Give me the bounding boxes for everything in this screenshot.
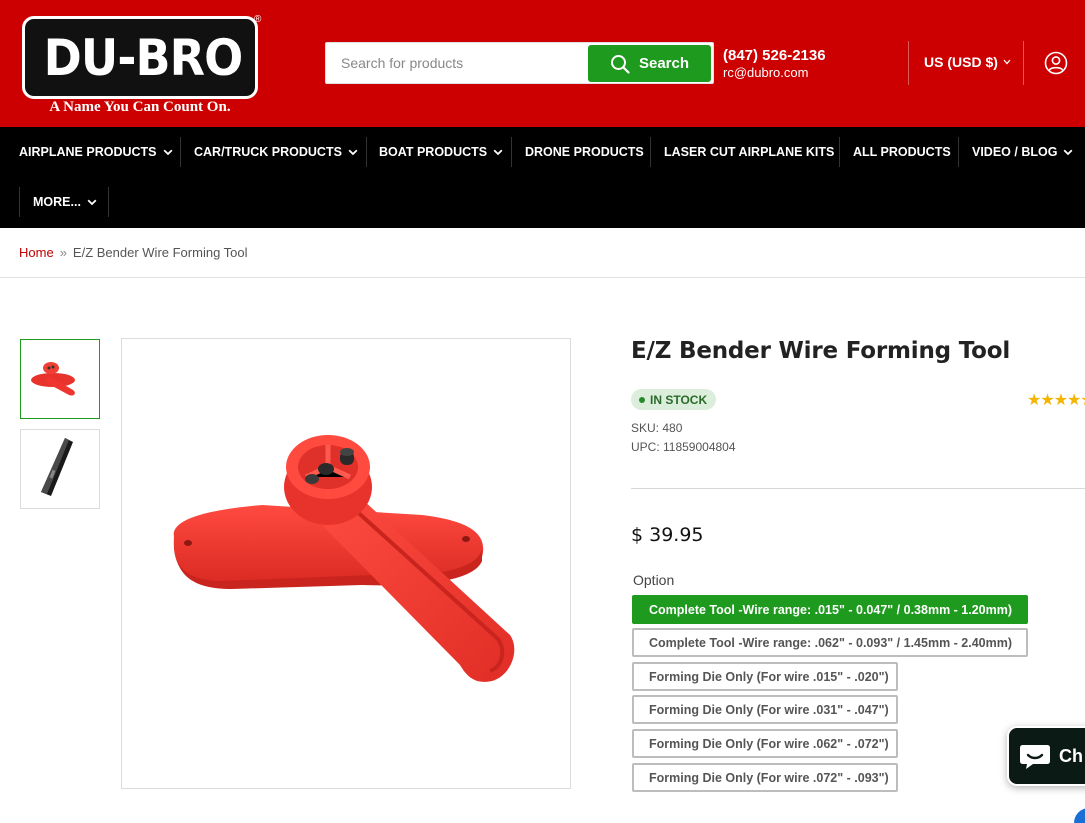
chat-bubble-icon — [1020, 745, 1050, 769]
product-title: E/Z Bender Wire Forming Tool — [631, 338, 1011, 364]
option-label-text: Forming Die Only (For wire .062" - .072"… — [649, 736, 889, 751]
nav-separator — [180, 137, 181, 167]
search-icon — [610, 54, 630, 74]
nav-item-label: ALL PRODUCTS — [853, 145, 951, 159]
brand-logo[interactable]: DU-BRO ® A Name You Can Count On. — [22, 14, 262, 118]
site-header: DU-BRO ® A Name You Can Count On. Search… — [0, 0, 1085, 127]
option-label: Option — [633, 572, 675, 588]
currency-label: US (USD $) — [924, 54, 998, 70]
nav-item-car-truck-products[interactable]: CAR/TRUCK PRODUCTS — [194, 145, 358, 159]
stock-badge: IN STOCK — [631, 389, 717, 410]
option-label-text: Forming Die Only (For wire .072" - .093"… — [649, 770, 889, 785]
nav-item-label: BOAT PRODUCTS — [379, 145, 488, 159]
option-button-die-072-093[interactable]: Forming Die Only (For wire .072" - .093"… — [632, 763, 898, 792]
nav-item-video-blog[interactable]: VIDEO / BLOG — [972, 145, 1073, 159]
chevron-down-icon — [163, 149, 172, 155]
option-button-die-031-047[interactable]: Forming Die Only (For wire .031" - .047"… — [632, 695, 898, 724]
product-upc: UPC: 11859004804 — [631, 440, 736, 454]
search-input[interactable] — [326, 43, 588, 83]
chat-label: Ch — [1059, 745, 1083, 766]
chat-widget-button[interactable]: Ch — [1007, 726, 1085, 786]
nav-item-boat-products[interactable]: BOAT PRODUCTS — [379, 145, 503, 159]
breadcrumb-separator: » — [59, 245, 67, 260]
nav-separator — [511, 137, 512, 167]
phone-link[interactable]: (847) 526-2136 — [723, 47, 826, 65]
product-sku: SKU: 480 — [631, 421, 683, 435]
chevron-down-icon — [87, 199, 97, 205]
registered-mark: ® — [254, 14, 262, 25]
option-label-text: Complete Tool -Wire range: .062" - 0.093… — [649, 635, 1013, 650]
nav-separator — [650, 137, 651, 167]
nav-item-label: LASER CUT AIRPLANE KITS — [664, 145, 835, 159]
main-nav: AIRPLANE PRODUCTS CAR/TRUCK PRODUCTS BOA… — [0, 127, 1085, 228]
nav-item-label: MORE... — [33, 195, 81, 209]
product-thumbnail-image — [31, 362, 75, 396]
option-label-text: Forming Die Only (For wire .031" - .047"… — [649, 702, 889, 717]
floating-action-icon[interactable] — [1074, 808, 1085, 823]
breadcrumb: Home » E/Z Bender Wire Forming Tool — [19, 245, 248, 260]
nav-separator — [108, 187, 109, 217]
search-button[interactable]: Search — [588, 45, 711, 82]
logo-tagline: A Name You Can Count On. — [49, 99, 231, 115]
chevron-down-icon — [1003, 59, 1011, 65]
nav-item-airplane-products[interactable]: AIRPLANE PRODUCTS — [19, 145, 173, 159]
nav-item-label: DRONE PRODUCTS — [525, 145, 644, 159]
header-divider — [908, 41, 909, 85]
logo-text: DU-BRO — [43, 29, 244, 87]
nav-item-label: CAR/TRUCK PRODUCTS — [194, 145, 342, 159]
nav-item-label: VIDEO / BLOG — [972, 145, 1058, 159]
stock-dot-icon — [639, 396, 645, 403]
stock-label: IN STOCK — [650, 392, 708, 407]
nav-item-laser-cut-kits[interactable]: LASER CUT AIRPLANE KITS — [664, 145, 834, 159]
nav-item-more[interactable]: MORE... — [33, 195, 97, 209]
breadcrumb-current: E/Z Bender Wire Forming Tool — [72, 245, 248, 260]
nav-separator — [958, 137, 959, 167]
nav-separator — [839, 137, 840, 167]
chevron-down-icon — [1064, 149, 1073, 155]
option-button-die-062-072[interactable]: Forming Die Only (For wire .062" - .072"… — [632, 729, 898, 758]
option-button-die-015-020[interactable]: Forming Die Only (For wire .015" - .020"… — [632, 662, 898, 691]
search-button-label: Search — [638, 55, 690, 72]
product-thumbnail-image — [41, 438, 73, 496]
nav-separator — [366, 137, 367, 167]
option-label-text: Complete Tool -Wire range: .015" - 0.047… — [649, 602, 1013, 617]
nav-item-label: AIRPLANE PRODUCTS — [19, 145, 157, 159]
chevron-down-icon — [348, 149, 358, 155]
option-label-text: Forming Die Only (For wire .015" - .020"… — [649, 669, 889, 684]
contact-info: (847) 526-2136 rc@dubro.com — [723, 47, 826, 81]
breadcrumb-divider — [0, 277, 1085, 278]
nav-item-all-products[interactable]: ALL PRODUCTS — [853, 145, 951, 159]
logo-badge: DU-BRO — [22, 16, 258, 99]
nav-separator — [19, 187, 20, 217]
header-divider — [1023, 41, 1024, 85]
product-main-image[interactable] — [121, 338, 571, 789]
email-link[interactable]: rc@dubro.com — [723, 65, 826, 81]
info-divider — [631, 488, 1085, 489]
option-button-complete-tool-small[interactable]: Complete Tool -Wire range: .015" - 0.047… — [632, 595, 1028, 624]
thumbnail-2[interactable] — [20, 429, 100, 509]
nav-item-drone-products[interactable]: DRONE PRODUCTS — [525, 145, 644, 159]
thumbnail-1[interactable] — [20, 339, 100, 419]
rating-stars[interactable]: ★★★★★ — [1027, 390, 1085, 410]
option-button-complete-tool-large[interactable]: Complete Tool -Wire range: .062" - 0.093… — [632, 628, 1028, 657]
account-icon[interactable] — [1044, 51, 1068, 75]
product-price: $ 39.95 — [631, 524, 704, 546]
breadcrumb-home-link[interactable]: Home — [19, 245, 54, 260]
product-image-ez-bender — [173, 435, 515, 682]
chevron-down-icon — [493, 149, 503, 155]
search-bar: Search — [325, 42, 714, 84]
currency-selector[interactable]: US (USD $) — [924, 54, 1011, 70]
